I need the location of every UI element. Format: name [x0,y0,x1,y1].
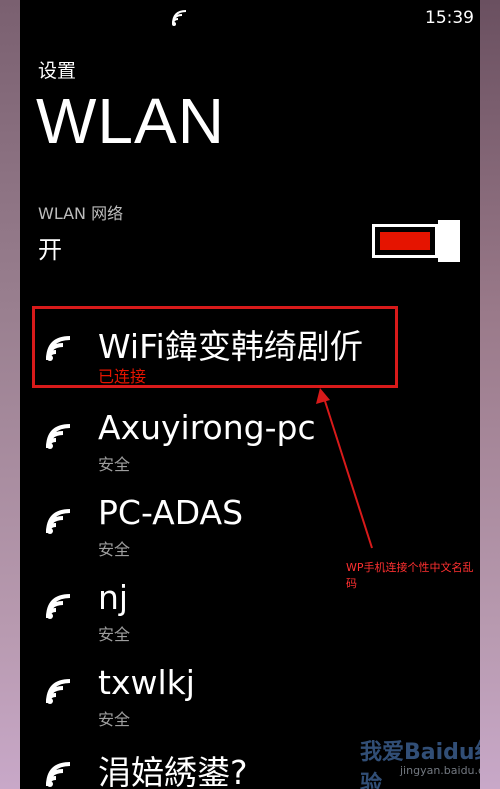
watermark: 我爱Baidu经验 jingyan.baidu.com [338,720,480,789]
annotation-text: WP手机连接个性中文名乱码 [346,561,474,590]
watermark-text: 我爱Baidu经验 [360,740,480,789]
photo-frame-right [480,0,500,789]
annotation-arrow [316,388,373,549]
photo-frame-left [0,0,20,789]
watermark-url: jingyan.baidu.com [400,764,480,777]
phone-screen: 15:39 设置 WLAN WLAN 网络 开 WiFi鍏变韩绮剧伒 已连接 A… [20,0,480,789]
